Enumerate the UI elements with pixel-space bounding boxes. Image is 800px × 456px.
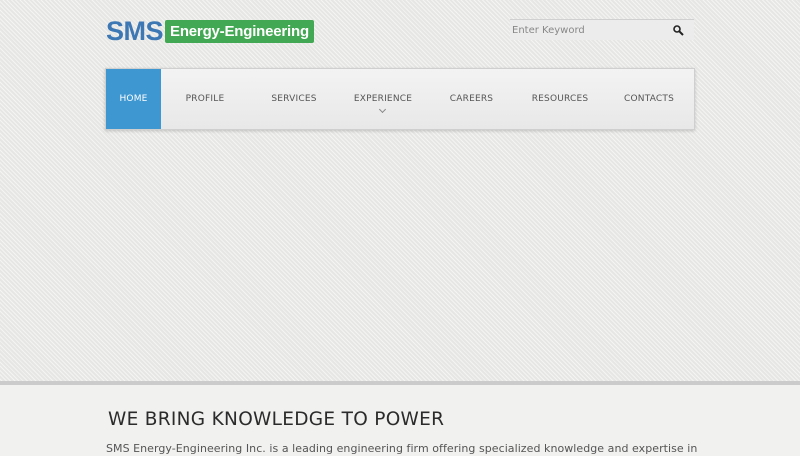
search-box (510, 19, 694, 40)
nav-item-contacts[interactable]: CONTACTS (604, 69, 694, 129)
nav-item-resources[interactable]: RESOURCES (516, 69, 604, 129)
nav-label-contacts: CONTACTS (624, 94, 674, 104)
logo-energy-engineering-tag: Energy-Engineering (165, 19, 314, 43)
nav-label-home: HOME (119, 94, 148, 104)
nav-item-services[interactable]: SERVICES (249, 69, 339, 129)
page-headline: WE BRING KNOWLEDGE TO POWER (108, 409, 445, 430)
nav-item-careers[interactable]: CAREERS (427, 69, 516, 129)
nav-label-resources: RESOURCES (531, 94, 589, 104)
nav-item-profile[interactable]: PROFILE (161, 69, 249, 129)
search-input[interactable] (510, 20, 670, 40)
nav-label-profile: PROFILE (185, 94, 225, 104)
search-icon[interactable] (672, 23, 686, 37)
chevron-down-icon (378, 105, 387, 114)
intro-paragraph: SMS Energy-Engineering Inc. is a leading… (106, 442, 698, 455)
nav-label-services: SERVICES (271, 94, 317, 104)
intro-section: WE BRING KNOWLEDGE TO POWER SMS Energy-E… (0, 385, 800, 456)
site-logo[interactable]: SMS Energy-Engineering (106, 17, 334, 45)
nav-item-experience[interactable]: EXPERIENCE (339, 69, 427, 129)
nav-label-experience: EXPERIENCE (353, 94, 413, 104)
logo-sms-text: SMS (106, 16, 164, 46)
nav-item-home[interactable]: HOME (106, 69, 161, 129)
main-nav: HOME PROFILE SERVICES EXPERIENCE CAREERS… (105, 68, 695, 130)
nav-label-careers: CAREERS (449, 94, 494, 104)
